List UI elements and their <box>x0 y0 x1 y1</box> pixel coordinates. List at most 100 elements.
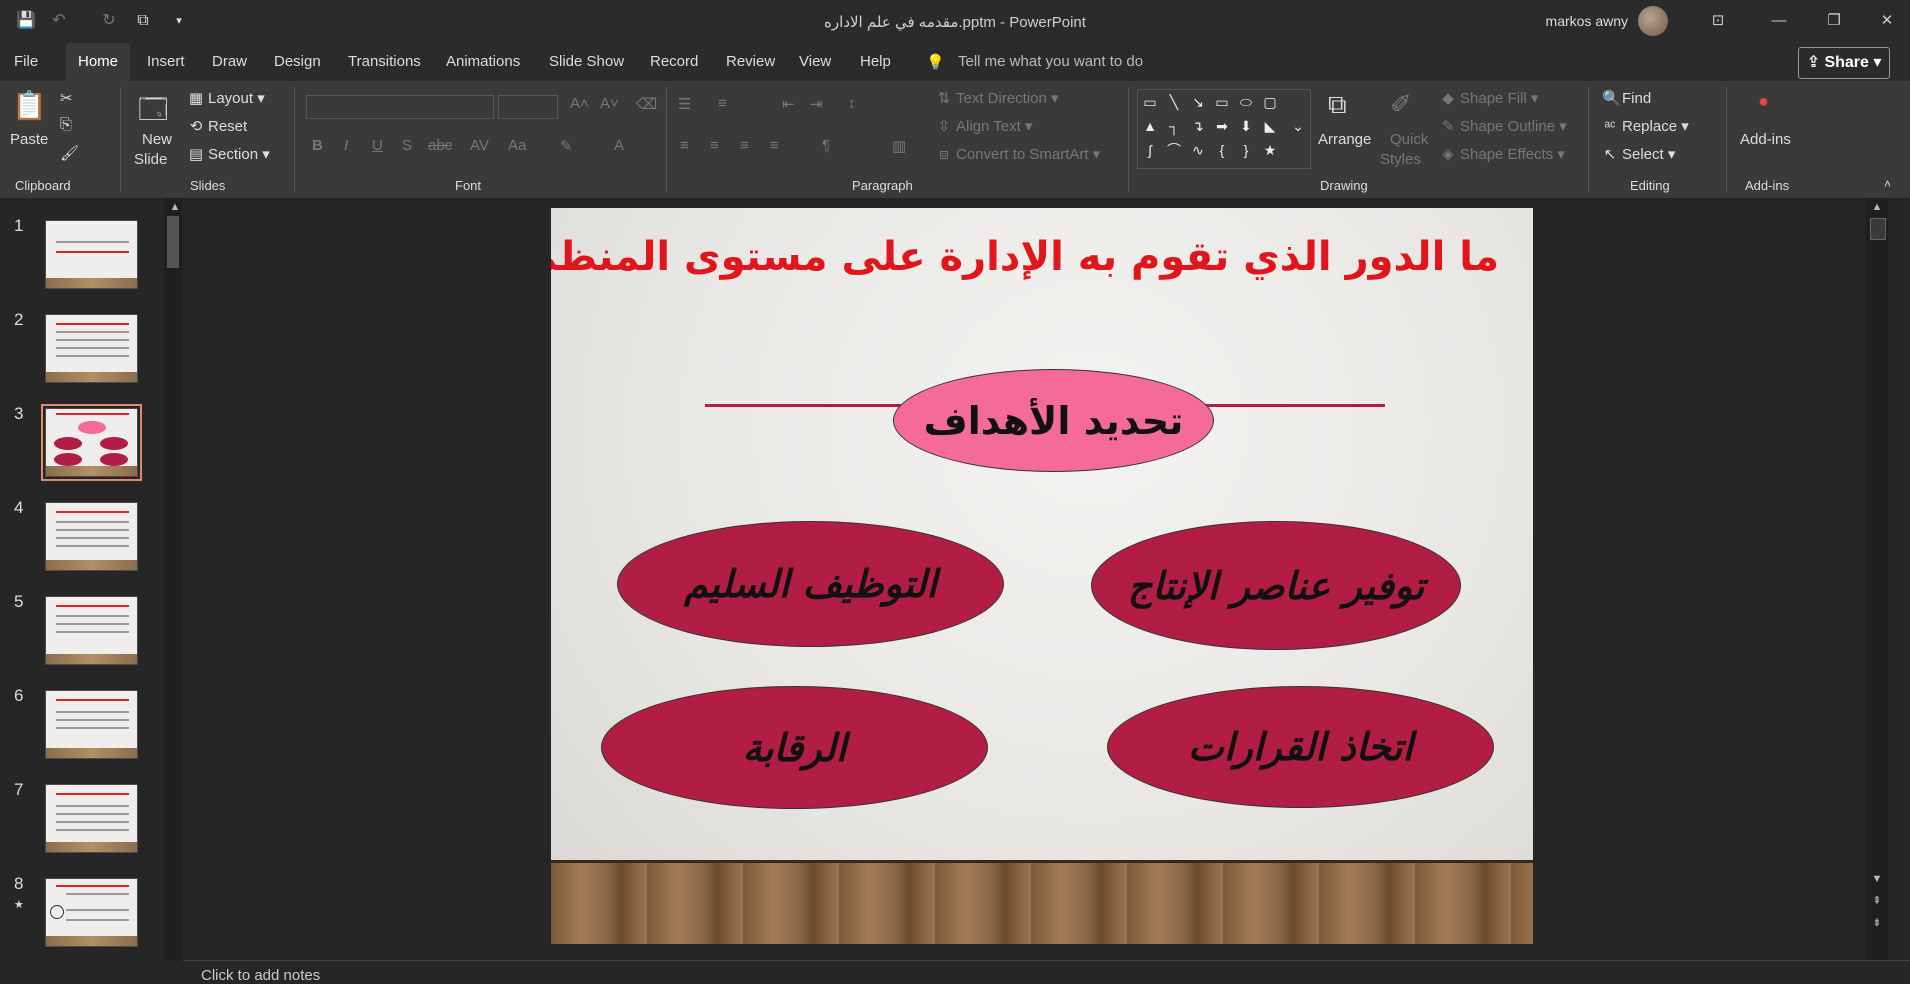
align-text-button[interactable]: ⇳ Align Text ▾ <box>936 117 1033 135</box>
slide-thumbnail-1[interactable] <box>45 220 138 289</box>
ellipse-decisions[interactable]: اتخاذ القرارات <box>1107 686 1494 808</box>
spacing-icon[interactable]: AV <box>470 137 489 154</box>
slide-thumbnail-4[interactable] <box>45 502 138 571</box>
slide-thumbnail-5[interactable] <box>45 596 138 665</box>
right-arrow-shape-icon[interactable]: ➡ <box>1212 116 1232 136</box>
scroll-up-icon[interactable]: ▲ <box>1870 200 1884 214</box>
shape-fill-button[interactable]: ◆ Shape Fill ▾ <box>1440 89 1538 107</box>
avatar[interactable] <box>1638 6 1668 36</box>
restore-icon[interactable]: ❐ <box>1823 10 1845 32</box>
font-family-select[interactable] <box>306 95 494 119</box>
underline-icon[interactable]: U <box>372 137 383 154</box>
tab-record[interactable]: Record <box>650 53 698 70</box>
tab-animations[interactable]: Animations <box>446 53 520 70</box>
tab-insert[interactable]: Insert <box>147 53 185 70</box>
convert-smartart-button[interactable]: ⧈ Convert to SmartArt ▾ <box>936 145 1100 163</box>
reset-button[interactable]: ⟲ Reset <box>188 117 247 135</box>
shape-outline-button[interactable]: ✎ Shape Outline ▾ <box>1440 117 1567 135</box>
tab-home[interactable]: Home <box>66 43 131 81</box>
grow-font-icon[interactable]: A˄ <box>570 95 589 112</box>
bold-icon[interactable]: B <box>312 137 323 154</box>
slide-title[interactable]: ما الدور الذي تقوم به الإدارة على مستوى … <box>551 234 1499 280</box>
paste-button[interactable]: Paste <box>10 131 48 148</box>
thumbnails-scrollbar[interactable]: ▲ <box>164 198 182 960</box>
ellipse-staffing[interactable]: التوظيف السليم <box>617 521 1004 647</box>
cut-icon[interactable]: ✂ <box>60 89 73 107</box>
arrange-button[interactable]: Arrange <box>1318 131 1371 148</box>
freeform-shape-icon[interactable]: ʃ <box>1140 140 1160 160</box>
strikethrough-icon[interactable]: abc <box>428 137 452 154</box>
align-left-icon[interactable]: ≡ <box>680 137 689 154</box>
tab-slide-show[interactable]: Slide Show <box>549 53 624 70</box>
align-center-icon[interactable]: ≡ <box>710 137 719 154</box>
tab-draw[interactable]: Draw <box>212 53 247 70</box>
rectangle-shape-icon[interactable]: ▭ <box>1212 92 1232 112</box>
scroll-thumb[interactable] <box>1870 218 1886 240</box>
arc-shape-icon[interactable]: ⌒ <box>1164 140 1184 160</box>
star-shape-icon[interactable]: ★ <box>1260 140 1280 160</box>
align-right-icon[interactable]: ≡ <box>740 137 749 154</box>
slide-scrollbar[interactable]: ▲ ▼ ⇞ ⇟ <box>1866 198 1888 960</box>
current-slide[interactable]: ما الدور الذي تقوم به الإدارة على مستوى … <box>551 208 1533 944</box>
close-icon[interactable]: ✕ <box>1876 10 1898 32</box>
share-button[interactable]: ⇪ Share ▾ <box>1798 47 1890 79</box>
section-button[interactable]: ▤ Section ▾ <box>188 145 270 163</box>
brace-right-icon[interactable]: } <box>1236 140 1256 160</box>
numbering-icon[interactable]: ≡ <box>718 95 727 112</box>
oval-shape-icon[interactable]: ⬭ <box>1236 92 1256 112</box>
ltr-icon[interactable]: ¶ <box>822 137 830 154</box>
arrange-icon[interactable]: ⧉ <box>1328 89 1347 121</box>
paste-icon[interactable]: 📋 <box>12 89 47 122</box>
shapes-gallery[interactable]: ▭ ╲ ↘ ▭ ⬭ ▢ ▲ ┐ ↴ ➡ ⬇ ◣ ʃ ⌒ ∿ { } ★ ⌄ <box>1137 89 1311 169</box>
shrink-font-icon[interactable]: A˅ <box>600 95 619 112</box>
curve-shape-icon[interactable]: ∿ <box>1188 140 1208 160</box>
minimize-icon[interactable]: — <box>1768 10 1790 32</box>
layout-button[interactable]: ▦ Layout ▾ <box>188 89 265 107</box>
brace-left-icon[interactable]: { <box>1212 140 1232 160</box>
increase-indent-icon[interactable]: ⇥ <box>810 95 823 113</box>
text-direction-button[interactable]: ⇅ Text Direction ▾ <box>936 89 1059 107</box>
font-color-icon[interactable]: A <box>614 137 624 154</box>
line-spacing-icon[interactable]: ↕ <box>848 95 856 112</box>
format-painter-icon[interactable]: 🖌 <box>60 144 79 162</box>
tab-transitions[interactable]: Transitions <box>348 53 421 70</box>
shadow-icon[interactable]: S <box>402 137 412 154</box>
addins-icon[interactable]: ● <box>1758 91 1769 112</box>
elbow-connector-icon[interactable]: ┐ <box>1164 116 1184 136</box>
slide-thumbnail-7[interactable] <box>45 784 138 853</box>
italic-icon[interactable]: I <box>344 137 348 154</box>
ellipse-control[interactable]: الرقابة <box>601 686 988 809</box>
pentagon-shape-icon[interactable]: ◣ <box>1260 116 1280 136</box>
ellipse-production[interactable]: توفير عناصر الإنتاج <box>1091 521 1461 650</box>
new-slide-label-2[interactable]: Slide <box>134 151 167 168</box>
previous-slide-icon[interactable]: ⇞ <box>1870 894 1884 908</box>
gallery-more-icon[interactable]: ⌄ <box>1288 116 1308 136</box>
textbox-shape-icon[interactable]: ▭ <box>1140 92 1160 112</box>
triangle-shape-icon[interactable]: ▲ <box>1140 116 1160 136</box>
change-case-icon[interactable]: Aa <box>508 137 526 154</box>
select-button[interactable]: ↖ Select ▾ <box>1602 145 1676 163</box>
slide-thumbnail-8[interactable] <box>45 878 138 947</box>
clear-format-icon[interactable]: ⌫ <box>636 95 657 113</box>
slide-thumbnail-6[interactable] <box>45 690 138 759</box>
elbow-arrow-icon[interactable]: ↴ <box>1188 116 1208 136</box>
scroll-up-icon[interactable]: ▲ <box>168 200 182 214</box>
bullets-icon[interactable]: ☰ <box>678 95 691 113</box>
slide-thumbnail-2[interactable] <box>45 314 138 383</box>
replace-button[interactable]: ᵃᶜ Replace ▾ <box>1602 117 1689 135</box>
down-arrow-shape-icon[interactable]: ⬇ <box>1236 116 1256 136</box>
scroll-thumb[interactable] <box>167 216 179 268</box>
font-size-select[interactable] <box>498 95 558 119</box>
new-slide-icon[interactable]: 🗔 <box>138 89 168 137</box>
tell-me-search[interactable]: Tell me what you want to do <box>958 53 1143 70</box>
notes-placeholder[interactable]: Click to add notes <box>201 967 320 984</box>
user-name[interactable]: markos awny <box>1546 13 1628 29</box>
ellipse-goals[interactable]: تحديد الأهداف <box>893 369 1214 472</box>
copy-icon[interactable]: ⎘ <box>60 116 72 133</box>
notes-pane[interactable]: Click to add notes <box>183 960 1910 984</box>
columns-icon[interactable]: ▥ <box>892 137 906 155</box>
tab-file[interactable]: File <box>14 53 38 70</box>
highlight-icon[interactable]: ✎ <box>560 137 573 155</box>
addins-button[interactable]: Add-ins <box>1740 131 1791 148</box>
tab-review[interactable]: Review <box>726 53 775 70</box>
